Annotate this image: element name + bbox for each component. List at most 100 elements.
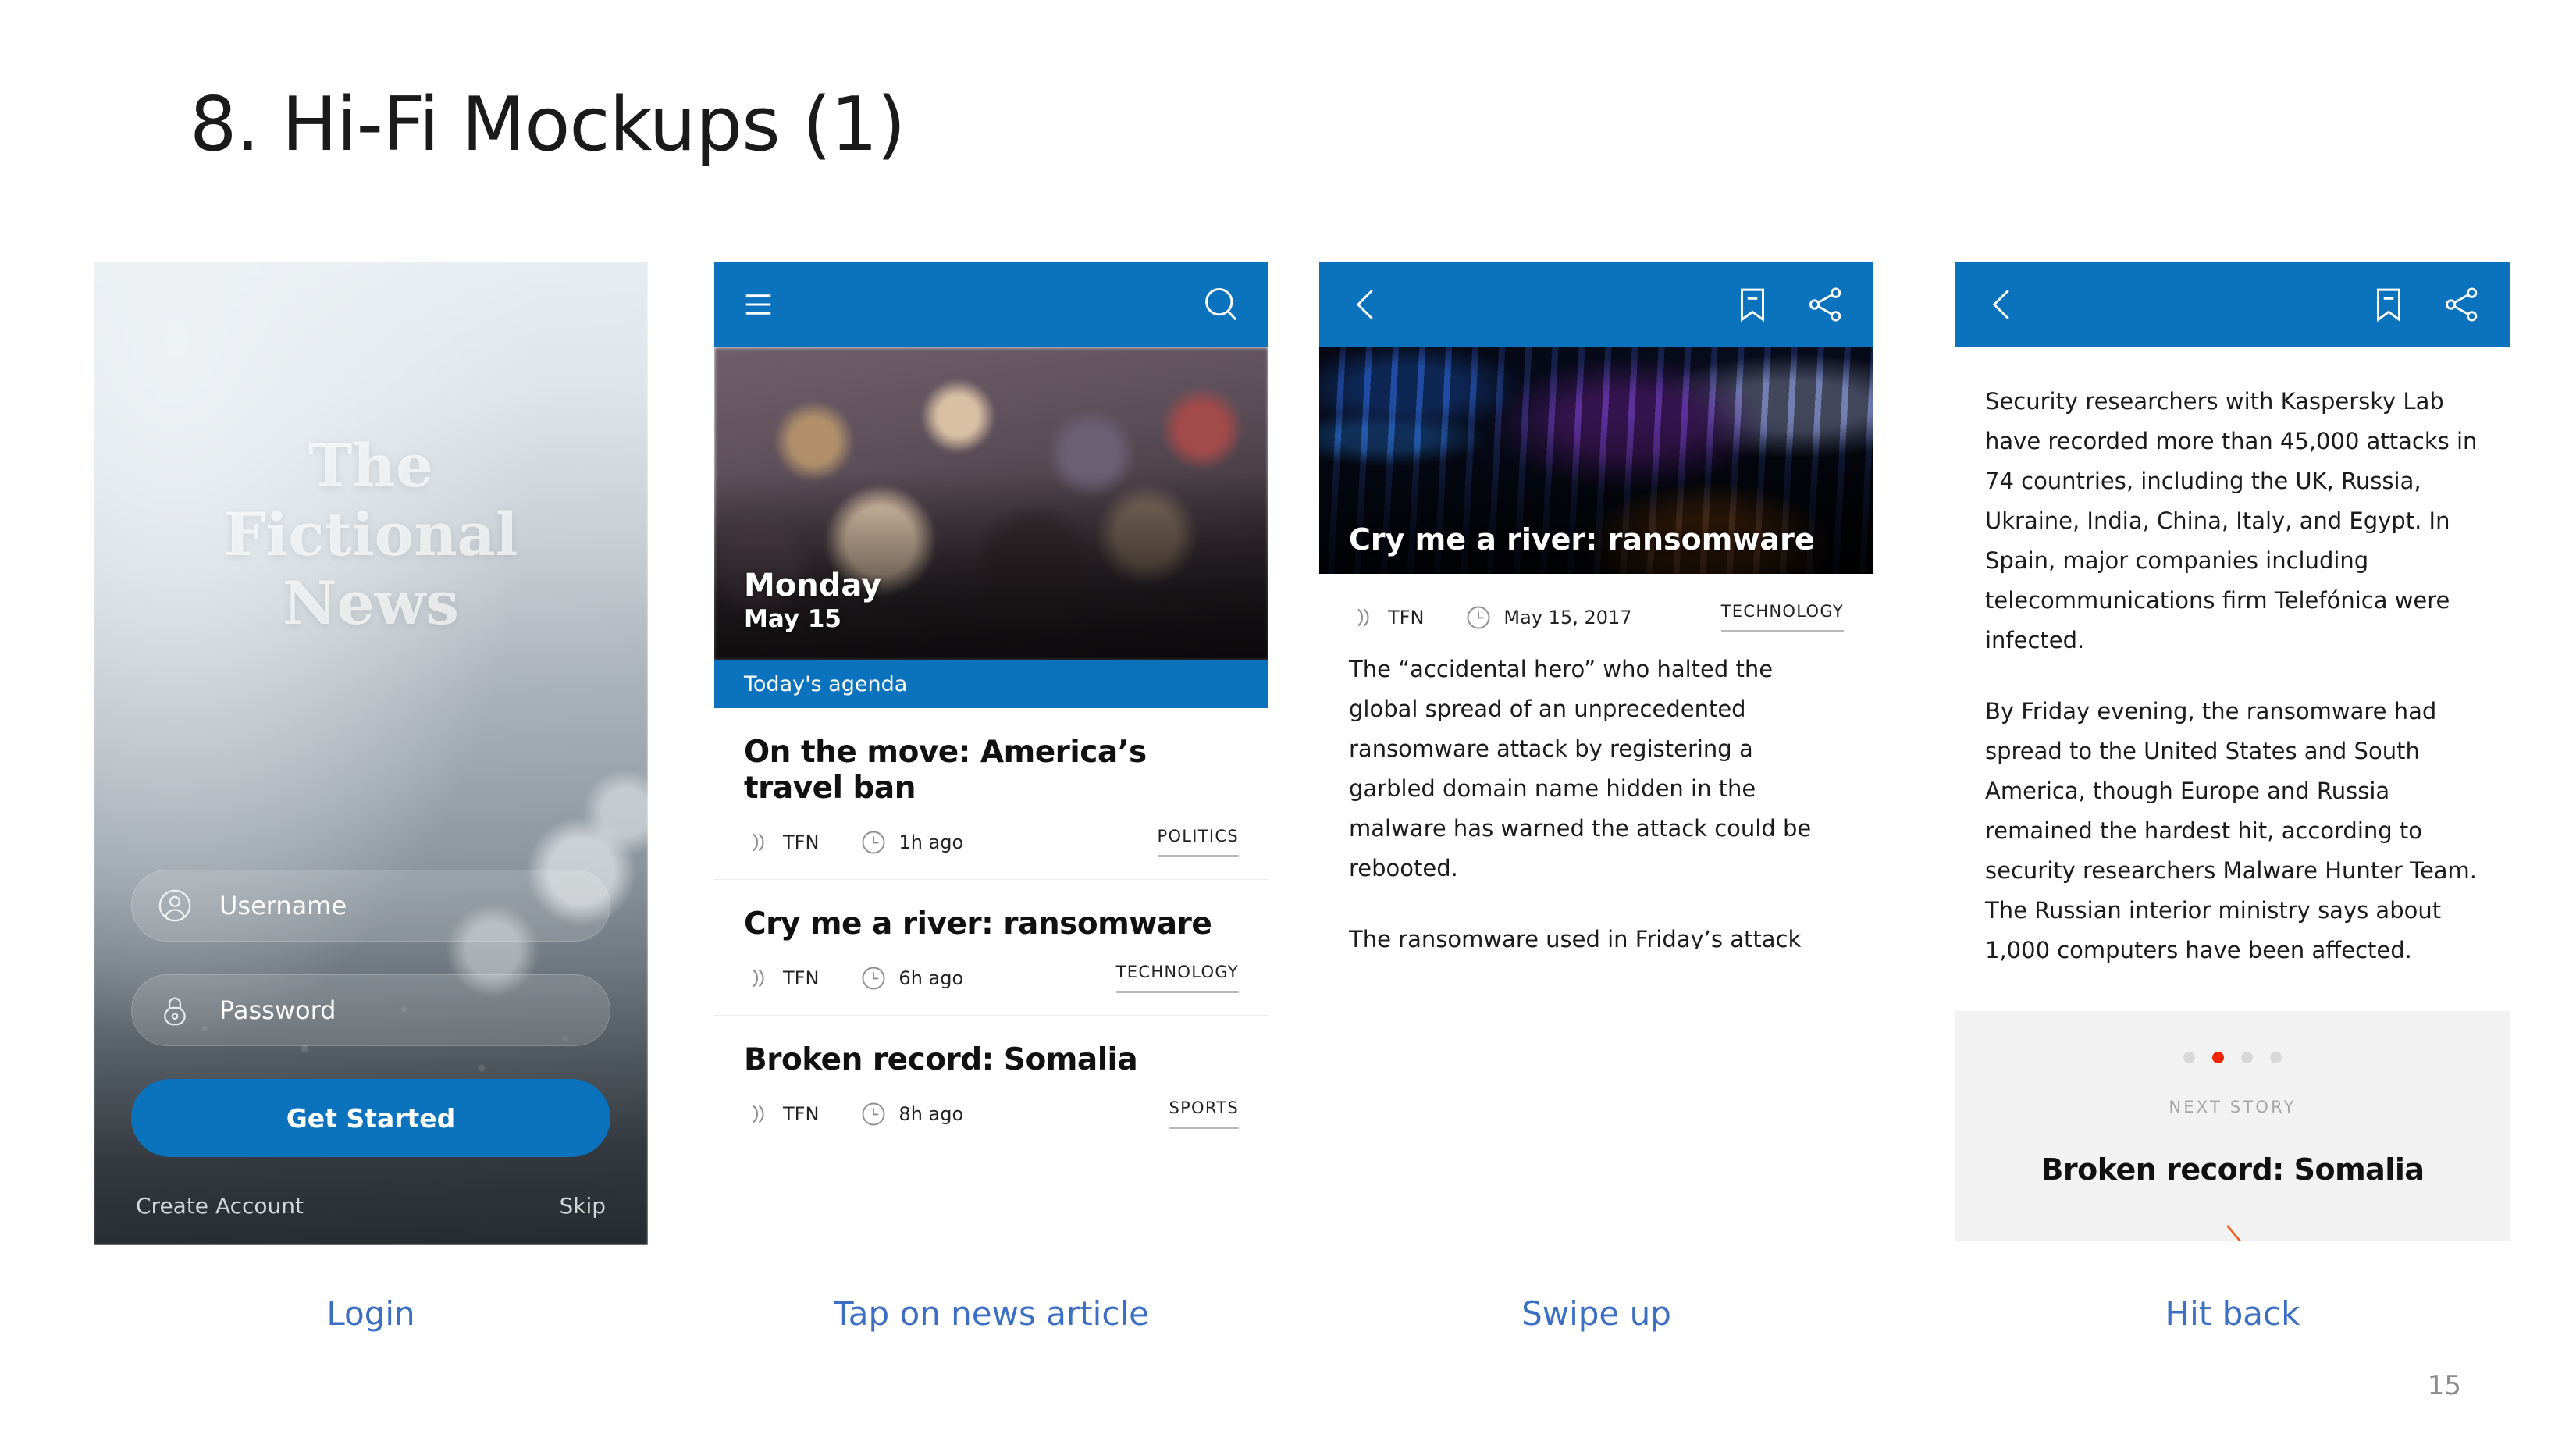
pagination-dot[interactable] xyxy=(2270,1052,2282,1064)
feed-appbar-actions xyxy=(1200,283,1242,326)
caption-swipe-up: Swipe up xyxy=(1521,1294,1671,1333)
news-headline: Cry me a river: ransomware xyxy=(744,906,1212,942)
article-hero-title: Cry me a river: ransomware xyxy=(1349,522,1815,557)
hamburger-menu-icon[interactable] xyxy=(741,283,783,326)
story-pagination-dots xyxy=(1955,1052,2510,1064)
mockup-login-screen: The Fictional News Username Password Get… xyxy=(94,262,648,1245)
news-time-label: 6h ago xyxy=(898,967,964,989)
pagination-dot-active[interactable] xyxy=(2212,1052,2224,1064)
broadcast-icon xyxy=(744,828,772,856)
chevron-right-icon[interactable] xyxy=(2217,1219,2248,1241)
brand-line-3: News xyxy=(282,568,460,639)
news-time: 1h ago xyxy=(859,828,963,856)
clock-icon xyxy=(859,964,888,992)
share-icon[interactable] xyxy=(1805,283,1847,326)
article-date: May 15, 2017 xyxy=(1464,603,1632,632)
article-paragraph: The ransomware used in Friday’s attack w… xyxy=(1349,926,1802,949)
article-hero: Cry me a river: ransomware xyxy=(1319,347,1873,574)
get-started-button[interactable]: Get Started xyxy=(131,1079,610,1157)
lock-icon xyxy=(157,992,193,1028)
news-list: On the move: America’s travel ban TFN 1h… xyxy=(714,708,1268,1152)
broadcast-icon xyxy=(744,964,772,992)
share-icon[interactable] xyxy=(2441,283,2483,326)
hero-date-label: May 15 xyxy=(744,604,841,633)
mockup-feed-screen: Monday May 15 Today's agenda On the move… xyxy=(714,262,1268,1245)
login-form: Username Password Get Started Create Acc… xyxy=(131,870,610,1225)
broadcast-icon xyxy=(1349,603,1377,632)
category-tag[interactable]: SPORTS xyxy=(1169,1098,1239,1130)
todays-agenda-bar: Today's agenda xyxy=(714,660,1268,708)
news-headline: Broken record: Somalia xyxy=(744,1042,1138,1078)
news-time: 6h ago xyxy=(859,964,963,992)
article-paragraph: The “accidental hero” who halted the glo… xyxy=(1349,656,1812,882)
clock-icon xyxy=(859,1100,888,1128)
skip-link[interactable]: Skip xyxy=(559,1193,606,1219)
article-source: TFN xyxy=(1349,603,1424,632)
brand-line-2: Fictional xyxy=(223,500,518,570)
login-secondary-links: Create Account Skip xyxy=(131,1193,610,1219)
broadcast-icon xyxy=(744,1100,772,1128)
password-input[interactable]: Password xyxy=(131,974,610,1046)
next-story-label: NEXT STORY xyxy=(2169,1098,2297,1117)
password-placeholder-label: Password xyxy=(219,995,336,1025)
brand-line-1: The xyxy=(308,431,434,500)
user-circle-icon xyxy=(157,888,193,924)
caption-tap-article: Tap on news article xyxy=(834,1294,1149,1333)
pagination-dot[interactable] xyxy=(2183,1052,2195,1064)
list-item[interactable]: On the move: America’s travel ban TFN 1h… xyxy=(714,708,1268,881)
hero-day-label: Monday xyxy=(744,567,882,603)
username-placeholder-label: Username xyxy=(219,891,347,920)
caption-hit-back: Hit back xyxy=(2165,1294,2300,1333)
article-appbar xyxy=(1319,262,1873,347)
news-source-label: TFN xyxy=(783,967,820,989)
news-meta-row: TFN 6h ago TECHNOLOGY xyxy=(744,963,1239,994)
mockup-scrolled-article-screen: Security researchers with Kaspersky Lab … xyxy=(1955,262,2510,1241)
news-meta-row: TFN 1h ago POLITICS xyxy=(744,827,1239,858)
article-paragraph: By Friday evening, the ransomware had sp… xyxy=(1985,698,2478,964)
news-source: TFN xyxy=(744,828,819,856)
article-meta-row: TFN May 15, 2017 TECHNOLOGY xyxy=(1319,574,1873,640)
category-tag[interactable]: TECHNOLOGY xyxy=(1720,602,1844,632)
feed-appbar xyxy=(714,262,1268,347)
news-time-label: 8h ago xyxy=(898,1102,964,1125)
page-number: 15 xyxy=(2427,1370,2461,1401)
bookmark-minus-icon[interactable] xyxy=(1731,283,1774,326)
page-title: 8. Hi-Fi Mockups (1) xyxy=(190,82,906,168)
bookmark-minus-icon[interactable] xyxy=(2368,283,2410,326)
category-tag[interactable]: POLITICS xyxy=(1157,827,1239,858)
article-body: The “accidental hero” who halted the glo… xyxy=(1319,640,1873,949)
news-source-label: TFN xyxy=(783,1102,820,1125)
news-time: 8h ago xyxy=(859,1100,963,1128)
pagination-dot[interactable] xyxy=(2241,1052,2253,1064)
article-source-label: TFN xyxy=(1388,606,1425,628)
create-account-link[interactable]: Create Account xyxy=(136,1193,304,1219)
feed-hero: Monday May 15 xyxy=(714,347,1268,660)
clock-icon xyxy=(1464,603,1493,632)
hero-date-block: Monday May 15 xyxy=(744,568,881,636)
list-item[interactable]: Broken record: Somalia TFN 8h ago SPORTS xyxy=(714,1016,1268,1151)
article-paragraph: Security researchers with Kaspersky Lab … xyxy=(1985,388,2478,654)
search-icon[interactable] xyxy=(1200,283,1242,326)
category-tag[interactable]: TECHNOLOGY xyxy=(1115,963,1239,994)
clock-icon xyxy=(859,828,888,856)
username-input[interactable]: Username xyxy=(131,870,610,942)
scrolled-appbar-actions xyxy=(2368,283,2483,326)
chevron-left-icon[interactable] xyxy=(1346,283,1388,326)
news-source: TFN xyxy=(744,964,819,992)
news-meta-row: TFN 8h ago SPORTS xyxy=(744,1098,1239,1130)
news-source-label: TFN xyxy=(783,831,820,853)
list-item[interactable]: Cry me a river: ransomware TFN 6h ago TE… xyxy=(714,880,1268,1016)
scrolled-article-body: Security researchers with Kaspersky Lab … xyxy=(1955,347,2510,970)
news-headline: On the move: America’s travel ban xyxy=(744,735,1147,806)
next-story-card[interactable]: NEXT STORY Broken record: Somalia xyxy=(1955,1011,2510,1241)
next-story-title: Broken record: Somalia xyxy=(2041,1152,2425,1187)
chevron-left-icon[interactable] xyxy=(1982,283,2024,326)
scrolled-appbar xyxy=(1955,262,2510,347)
news-source: TFN xyxy=(744,1100,819,1128)
mockup-article-screen: Cry me a river: ransomware TFN May 15, 2… xyxy=(1319,262,1873,949)
caption-login: Login xyxy=(326,1294,415,1333)
news-time-label: 1h ago xyxy=(898,831,964,853)
brand-wordmark: The Fictional News xyxy=(94,431,648,639)
article-date-label: May 15, 2017 xyxy=(1503,606,1632,628)
article-appbar-actions xyxy=(1731,283,1847,326)
